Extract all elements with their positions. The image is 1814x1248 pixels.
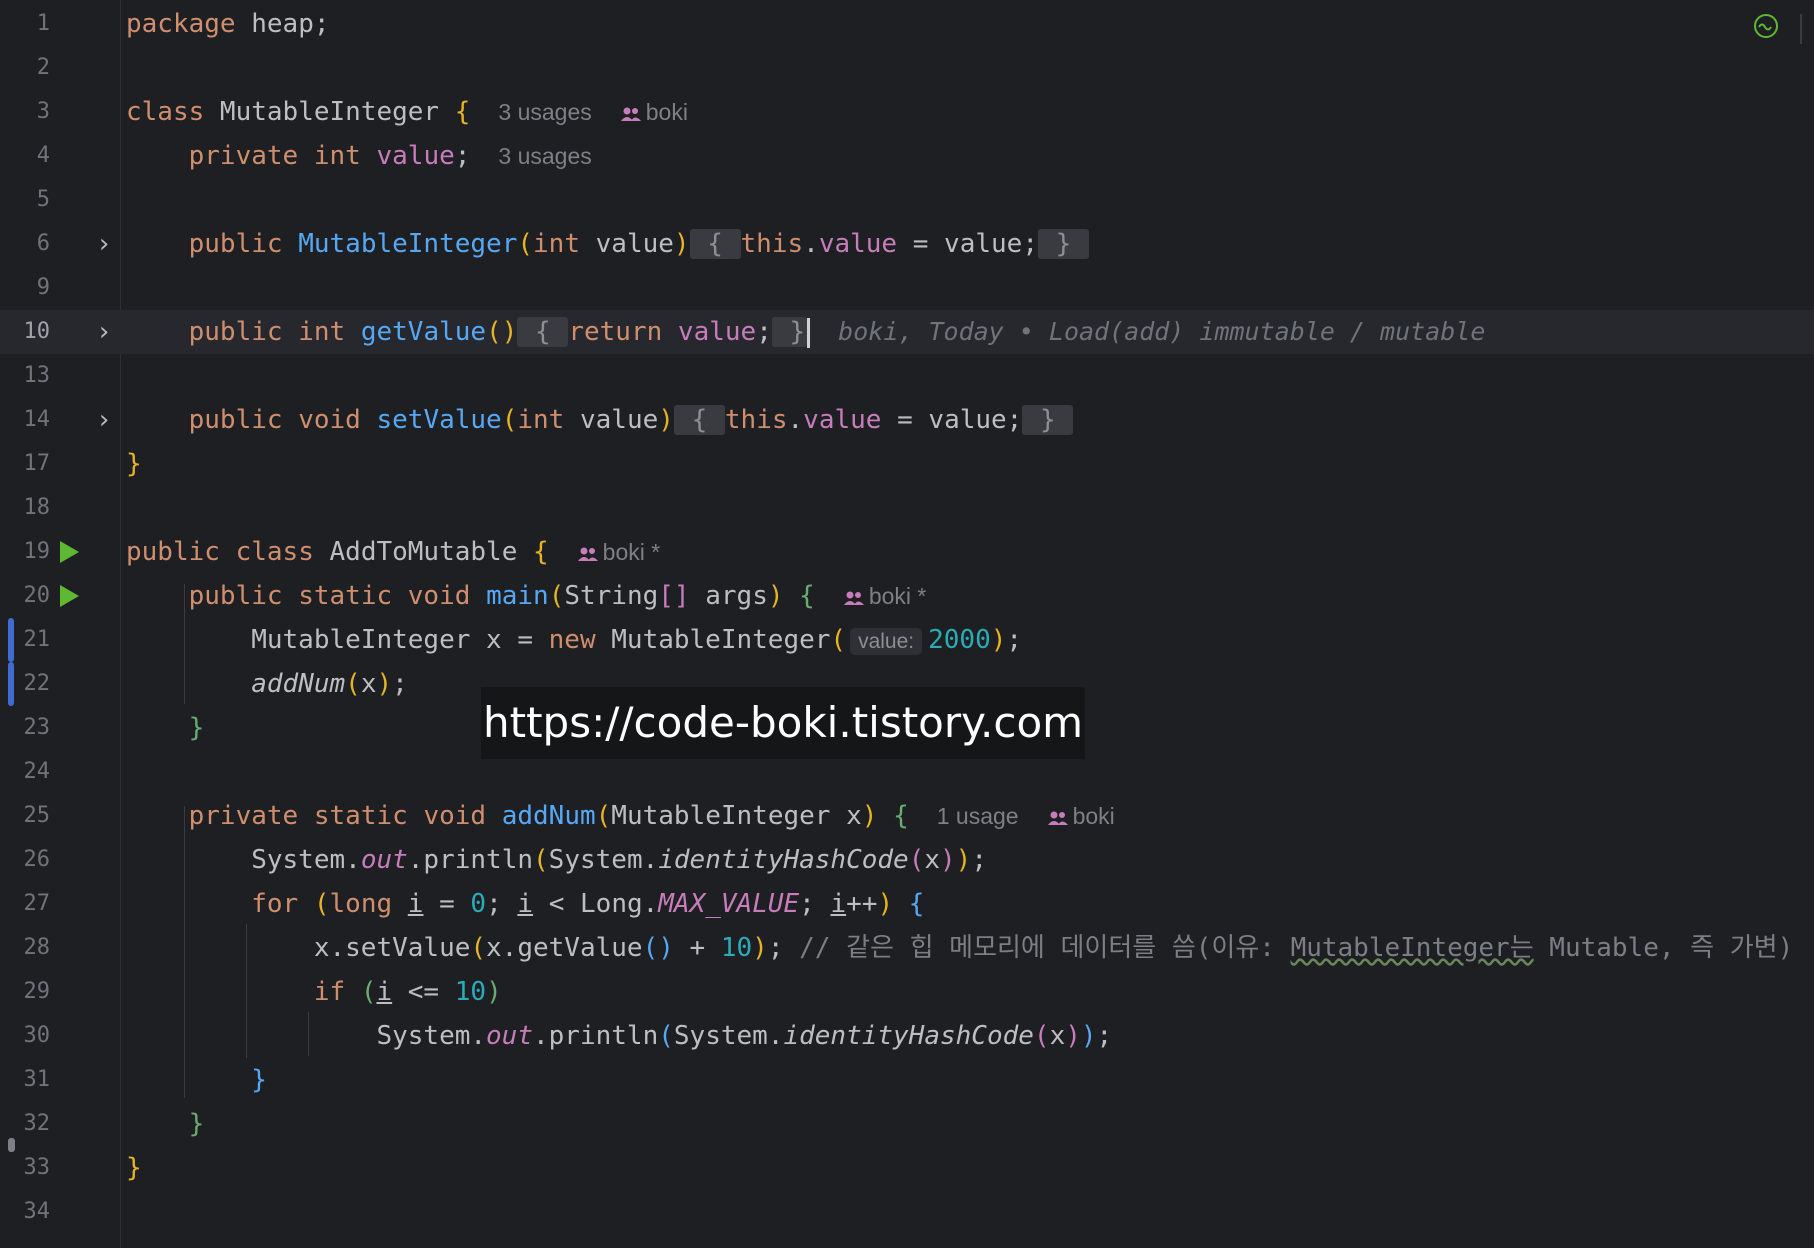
people-icon	[577, 547, 598, 561]
code-line[interactable]: 18	[0, 486, 1814, 530]
line-number: 21	[23, 627, 51, 652]
code-line[interactable]: 2	[0, 46, 1814, 90]
code-line[interactable]: 21 MutableInteger x = new MutableInteger…	[0, 618, 1814, 662]
author-hint[interactable]: boki *	[577, 539, 661, 565]
line-number: 14	[23, 407, 51, 432]
code-line[interactable]: 20 public static void main(String[] args…	[0, 574, 1814, 618]
git-blame-hint[interactable]: boki, Today • Load(add) immutable / muta…	[838, 317, 1485, 346]
code-line[interactable]: 32 }	[0, 1102, 1814, 1146]
line-number: 29	[23, 979, 51, 1004]
inspection-wave-icon	[1758, 23, 1772, 31]
chevron-right-icon[interactable]: ›	[96, 310, 112, 354]
line-number: 9	[36, 275, 50, 300]
author-name: boki *	[868, 583, 927, 609]
line-number: 20	[23, 583, 51, 608]
usages-hint[interactable]: 3 usages	[498, 143, 591, 169]
line-number: 31	[23, 1067, 51, 1092]
package-name: heap;	[251, 9, 330, 39]
code-line-current[interactable]: 10 › public int getValue() { return valu…	[0, 310, 1814, 354]
text-caret	[807, 317, 811, 348]
author-name: boki	[645, 99, 688, 125]
code-line[interactable]: 4 private int value; 3 usages	[0, 134, 1814, 178]
line-number: 22	[23, 671, 51, 696]
author-name: boki *	[602, 539, 661, 565]
usages-hint[interactable]: 1 usage	[937, 803, 1019, 829]
line-number: 4	[36, 143, 50, 168]
parameter-hint: value:	[850, 628, 923, 655]
code-line[interactable]: 13	[0, 354, 1814, 398]
code-line[interactable]: 31 }	[0, 1058, 1814, 1102]
usages-hint[interactable]: 3 usages	[498, 99, 591, 125]
code-line[interactable]: 5	[0, 178, 1814, 222]
line-number: 25	[23, 803, 51, 828]
people-icon	[843, 591, 864, 605]
people-icon	[1047, 811, 1068, 825]
author-hint[interactable]: boki	[620, 99, 688, 125]
line-number: 33	[23, 1155, 51, 1180]
code-line[interactable]: 17 }	[0, 442, 1814, 486]
line-number: 28	[23, 935, 51, 960]
line-number: 30	[23, 1023, 51, 1048]
keyword: package	[126, 9, 236, 39]
line-number: 19	[23, 539, 51, 564]
line-number: 17	[23, 451, 51, 476]
code-line[interactable]: 33 }	[0, 1146, 1814, 1190]
run-triangle-icon[interactable]	[60, 574, 84, 618]
code-line[interactable]: 9	[0, 266, 1814, 310]
code-line[interactable]: 34	[0, 1190, 1814, 1234]
line-number: 6	[36, 231, 50, 256]
watermark: https://code-boki.tistory.com	[481, 687, 1086, 759]
run-triangle-icon[interactable]	[60, 530, 84, 574]
line-number: 24	[23, 759, 51, 784]
code-line[interactable]: 14 › public void setValue(int value) { t…	[0, 398, 1814, 442]
divider	[1800, 14, 1802, 44]
scroll-marker[interactable]	[8, 1138, 15, 1152]
code-line[interactable]: 3 class MutableInteger {3 usages boki	[0, 90, 1814, 134]
code-comment: // 같은 힙 메모리에 데이터를 씀(이유: MutableInteger는 …	[799, 933, 1794, 963]
code-line[interactable]: 27 for (long i = 0; i < Long.MAX_VALUE; …	[0, 882, 1814, 926]
code-line[interactable]: 6 › public MutableInteger(int value) { t…	[0, 222, 1814, 266]
line-number: 5	[36, 187, 50, 212]
line-number: 1	[36, 11, 50, 36]
line-number: 2	[36, 55, 50, 80]
code-line[interactable]: 19 public class AddToMutable {boki *	[0, 530, 1814, 574]
author-hint[interactable]: boki *	[843, 583, 927, 609]
code-line[interactable]: 29 if (i <= 10)	[0, 970, 1814, 1014]
line-number: 27	[23, 891, 51, 916]
line-number: 13	[23, 363, 51, 388]
code-line[interactable]: 1 package heap;	[0, 2, 1814, 46]
line-number: 26	[23, 847, 51, 872]
code-line[interactable]: 26 System.out.println(System.identityHas…	[0, 838, 1814, 882]
people-icon	[620, 107, 641, 121]
chevron-right-icon[interactable]: ›	[96, 398, 112, 442]
line-number: 10	[23, 319, 51, 344]
line-number: 18	[23, 495, 51, 520]
code-line[interactable]: 30 System.out.println(System.identityHas…	[0, 1014, 1814, 1058]
code-line[interactable]: 28 x.setValue(x.getValue() + 10); // 같은 …	[0, 926, 1814, 970]
line-number: 23	[23, 715, 51, 740]
code-editor[interactable]: 1 package heap; 2 3 class MutableInteger…	[0, 0, 1814, 1248]
line-number: 3	[36, 99, 50, 124]
line-number: 34	[23, 1199, 51, 1224]
author-hint[interactable]: boki	[1047, 803, 1115, 829]
chevron-right-icon[interactable]: ›	[96, 222, 112, 266]
author-name: boki	[1072, 803, 1115, 829]
code-line[interactable]: 25 private static void addNum(MutableInt…	[0, 794, 1814, 838]
